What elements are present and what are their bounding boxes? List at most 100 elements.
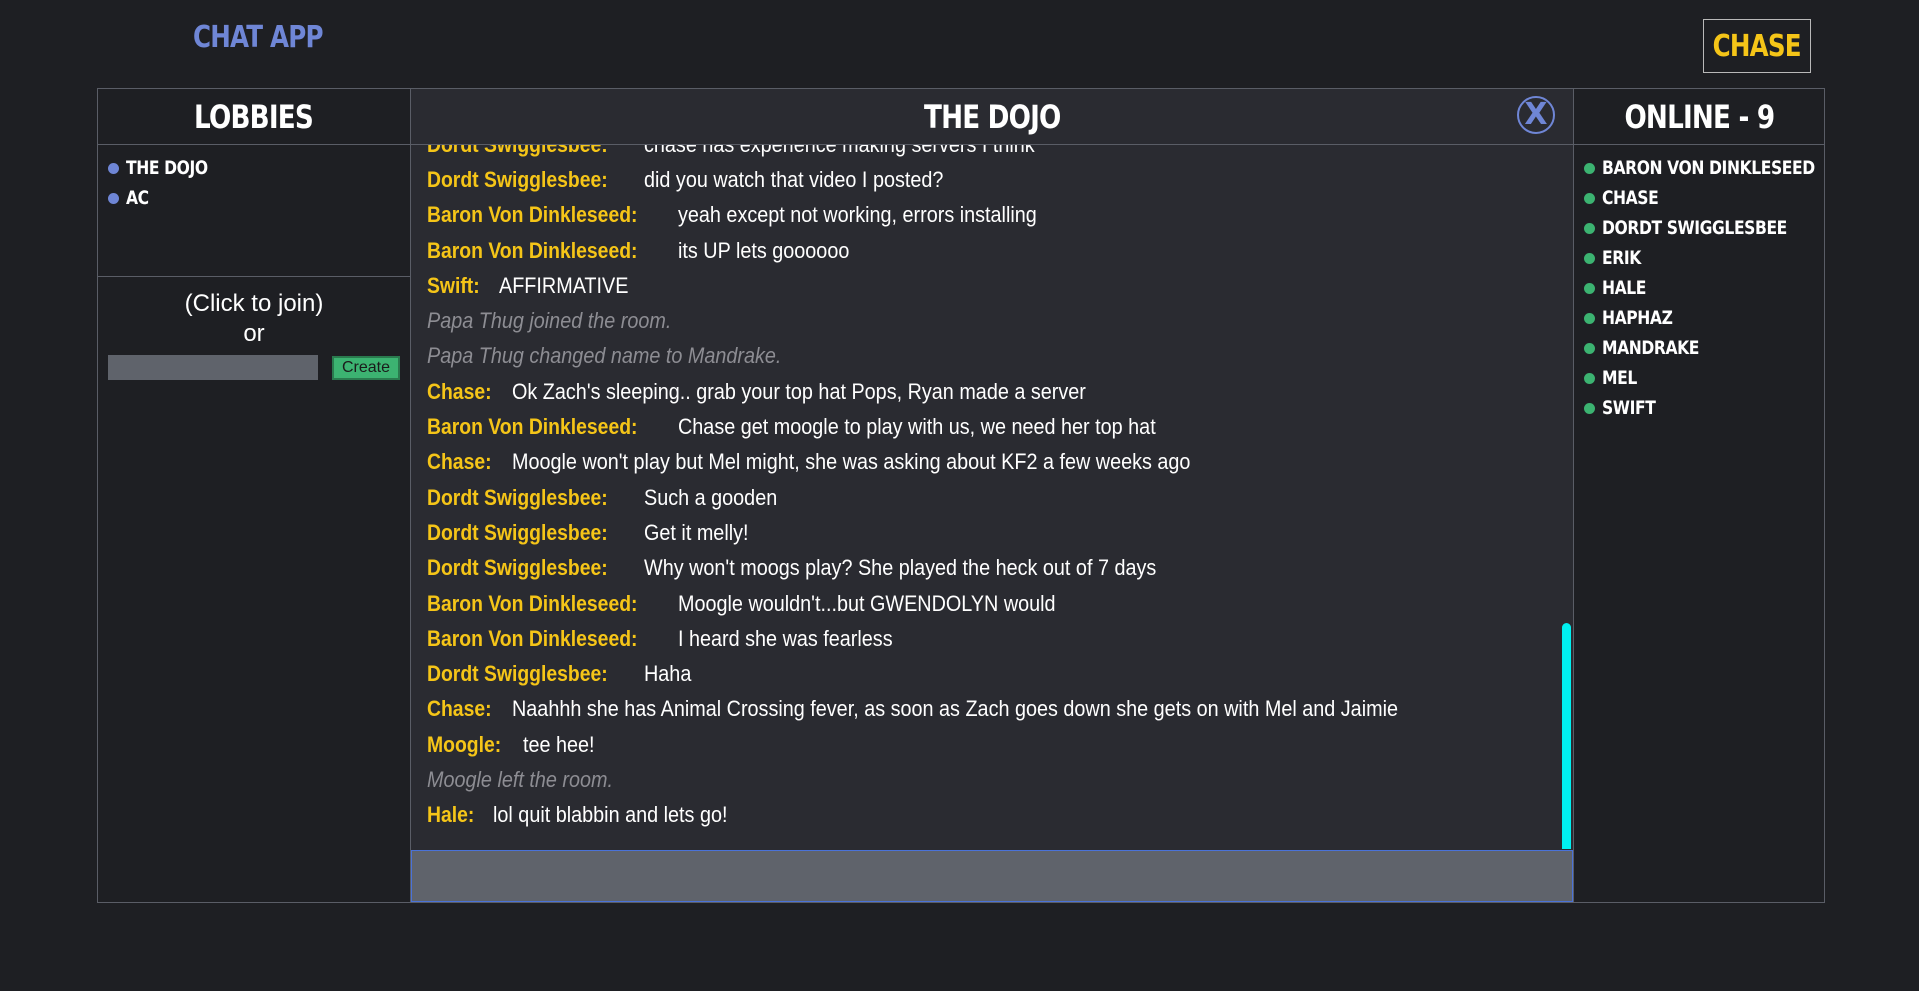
online-user-label: MEL bbox=[1602, 367, 1637, 389]
message-author[interactable]: Swift: bbox=[427, 273, 480, 299]
message-author[interactable]: Baron Von Dinkleseed: bbox=[427, 238, 637, 264]
current-user-button[interactable]: CHASE bbox=[1703, 19, 1811, 73]
message-author[interactable]: Dordt Swigglesbee: bbox=[427, 661, 608, 687]
message-text: its UP lets goooooo bbox=[678, 237, 850, 263]
system-message: Papa Thug joined the room. bbox=[427, 303, 1553, 338]
online-user-item[interactable]: MEL bbox=[1584, 363, 1824, 393]
online-status-icon bbox=[1584, 312, 1595, 324]
online-status-icon bbox=[1584, 342, 1595, 354]
online-user-item[interactable]: SWIFT bbox=[1584, 393, 1824, 423]
lobby-dot-icon bbox=[108, 192, 119, 204]
message-text: did you watch that video I posted? bbox=[644, 166, 944, 192]
join-create-box: (Click to join) or Create bbox=[98, 277, 410, 380]
lobbies-panel: LOBBIES THE DOJO AC (Click to join) or C… bbox=[98, 89, 411, 902]
app-title: CHAT APP bbox=[193, 20, 323, 55]
message-text: chase has experience making servers I th… bbox=[644, 145, 1035, 158]
message-text: AFFIRMATIVE bbox=[498, 272, 629, 298]
message-text: Papa Thug joined the room. bbox=[427, 308, 672, 334]
create-lobby-button[interactable]: Create bbox=[331, 355, 400, 380]
message-author[interactable]: Dordt Swigglesbee: bbox=[427, 167, 608, 193]
lobby-dot-icon bbox=[108, 162, 119, 174]
online-user-label: BARON VON DINKLESEED bbox=[1602, 157, 1815, 179]
lobbies-list-box: THE DOJO AC bbox=[98, 145, 410, 277]
online-status-icon bbox=[1584, 162, 1595, 174]
online-header: ONLINE - 9 bbox=[1574, 89, 1824, 145]
message-author[interactable]: Baron Von Dinkleseed: bbox=[427, 626, 637, 652]
online-user-label: ERIK bbox=[1602, 247, 1641, 269]
chat-message: Baron Von Dinkleseed: Moogle wouldn't...b… bbox=[427, 586, 1553, 621]
message-author[interactable]: Dordt Swigglesbee: bbox=[427, 145, 608, 158]
message-author[interactable]: Dordt Swigglesbee: bbox=[427, 520, 608, 546]
online-user-label: CHASE bbox=[1602, 187, 1659, 209]
message-author[interactable]: Chase: bbox=[427, 696, 492, 722]
online-status-icon bbox=[1584, 222, 1595, 234]
message-list-content: Dordt Swigglesbee: chase has experience m… bbox=[427, 145, 1553, 833]
message-author[interactable]: Baron Von Dinkleseed: bbox=[427, 202, 637, 228]
online-user-item[interactable]: BARON VON DINKLESEED bbox=[1584, 153, 1824, 183]
chat-message: Dordt Swigglesbee: did you watch that vid… bbox=[427, 162, 1553, 197]
message-text: I heard she was fearless bbox=[678, 625, 893, 651]
online-user-item[interactable]: HALE bbox=[1584, 273, 1824, 303]
online-user-item[interactable]: ERIK bbox=[1584, 243, 1824, 273]
online-users-list: BARON VON DINKLESEED CHASE DORDT SWIGGLESB… bbox=[1574, 145, 1824, 423]
create-lobby-row: Create bbox=[98, 349, 410, 380]
online-user-item[interactable]: MANDRAKE bbox=[1584, 333, 1824, 363]
close-room-button[interactable]: X bbox=[1517, 96, 1555, 134]
message-text: lol quit blabbin and lets go! bbox=[492, 802, 728, 828]
online-user-item[interactable]: HAPHAZ bbox=[1584, 303, 1824, 333]
lobby-item-label: AC bbox=[126, 187, 149, 209]
message-input[interactable] bbox=[411, 850, 1573, 902]
message-text: Get it melly! bbox=[644, 519, 749, 545]
message-text: Chase get moogle to play with us, we nee… bbox=[678, 414, 1156, 440]
message-text: Moogle wouldn't...but GWENDOLYN would bbox=[678, 590, 1056, 616]
message-author[interactable]: Moogle: bbox=[427, 732, 501, 758]
chat-message: Baron Von Dinkleseed: I heard she was fea… bbox=[427, 621, 1553, 656]
online-user-label: DORDT SWIGGLESBEE bbox=[1602, 217, 1787, 239]
system-message: Moogle left the room. bbox=[427, 762, 1553, 797]
online-user-label: SWIFT bbox=[1602, 397, 1656, 419]
chat-message: Chase: Ok Zach's sleeping.. grab your top… bbox=[427, 374, 1553, 409]
chat-message: Chase: Moogle won't play but Mel might, s… bbox=[427, 445, 1553, 480]
message-text: Moogle left the room. bbox=[427, 766, 614, 792]
current-user-label: CHASE bbox=[1712, 28, 1802, 64]
lobby-item-ac[interactable]: AC bbox=[108, 183, 410, 213]
online-status-icon bbox=[1584, 402, 1595, 414]
chat-layout: LOBBIES THE DOJO AC (Click to join) or C… bbox=[97, 88, 1825, 903]
message-list[interactable]: Dordt Swigglesbee: chase has experience m… bbox=[411, 145, 1573, 849]
message-author[interactable]: Chase: bbox=[427, 379, 492, 405]
message-author[interactable]: Dordt Swigglesbee: bbox=[427, 485, 608, 511]
message-author[interactable]: Baron Von Dinkleseed: bbox=[427, 414, 637, 440]
chat-message: Chase: Naahhh she has Animal Crossing fev… bbox=[427, 692, 1553, 727]
online-user-item[interactable]: CHASE bbox=[1584, 183, 1824, 213]
message-author[interactable]: Hale: bbox=[427, 802, 474, 828]
message-author[interactable]: Baron Von Dinkleseed: bbox=[427, 591, 637, 617]
chat-message: Swift: AFFIRMATIVE bbox=[427, 268, 1553, 303]
message-text: tee hee! bbox=[523, 731, 595, 757]
chat-message: Dordt Swigglesbee: chase has experience m… bbox=[427, 145, 1553, 162]
chat-message: Baron Von Dinkleseed: Chase get moogle to… bbox=[427, 409, 1553, 444]
message-author[interactable]: Dordt Swigglesbee: bbox=[427, 555, 608, 581]
online-panel: ONLINE - 9 BARON VON DINKLESEED CHASE DORD… bbox=[1573, 89, 1824, 902]
message-text: Ok Zach's sleeping.. grab your top hat P… bbox=[512, 378, 1087, 404]
lobby-item-the-dojo[interactable]: THE DOJO bbox=[108, 153, 410, 183]
online-user-item[interactable]: DORDT SWIGGLESBEE bbox=[1584, 213, 1824, 243]
create-lobby-input[interactable] bbox=[108, 355, 318, 380]
online-status-icon bbox=[1584, 252, 1595, 264]
chat-message: Hale: lol quit blabbin and lets go! bbox=[427, 798, 1553, 833]
message-text: Such a gooden bbox=[644, 484, 778, 510]
chat-panel: THE DOJO X Dordt Swigglesbee: chase has e… bbox=[411, 89, 1573, 902]
lobbies-header: LOBBIES bbox=[98, 89, 410, 145]
chat-message: Dordt Swigglesbee: Such a gooden bbox=[427, 480, 1553, 515]
message-text: Haha bbox=[644, 661, 692, 687]
message-text: Naahhh she has Animal Crossing fever, as… bbox=[512, 696, 1399, 722]
message-text: Papa Thug changed name to Mandrake. bbox=[427, 343, 782, 369]
message-scrollbar[interactable] bbox=[1562, 623, 1571, 849]
chat-message: Moogle: tee hee! bbox=[427, 727, 1553, 762]
chat-message: Dordt Swigglesbee: Get it melly! bbox=[427, 515, 1553, 550]
message-author[interactable]: Chase: bbox=[427, 449, 492, 475]
room-title: THE DOJO bbox=[923, 97, 1061, 136]
chat-message: Dordt Swigglesbee: Why won't moogs play? … bbox=[427, 551, 1553, 586]
online-status-icon bbox=[1584, 192, 1595, 204]
message-text: yeah except not working, errors installi… bbox=[678, 202, 1037, 228]
chat-header: THE DOJO X bbox=[411, 89, 1573, 145]
